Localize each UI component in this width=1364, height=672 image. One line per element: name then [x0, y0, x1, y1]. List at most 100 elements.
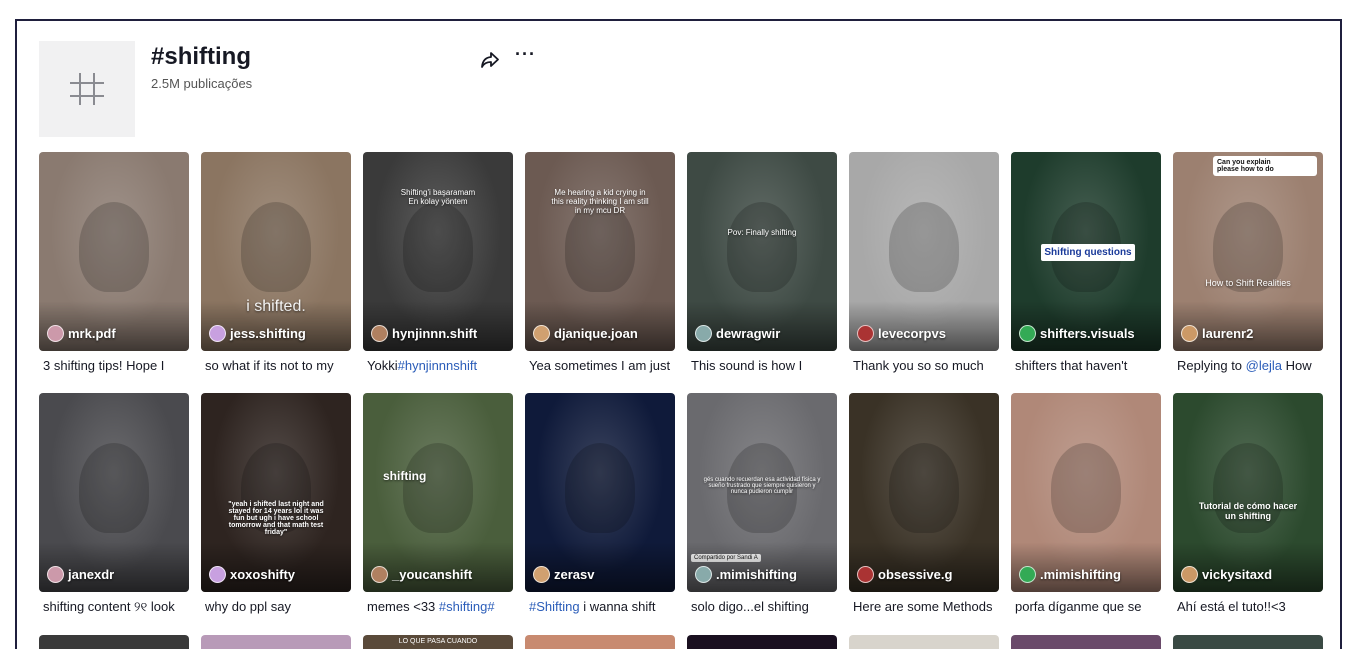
video-thumbnail[interactable]: mrk.pdf [39, 152, 189, 351]
video-card[interactable]: Compartido por Sandi Agés cuando recuerd… [687, 393, 837, 623]
thumbnail-subject [565, 443, 635, 533]
video-caption[interactable]: Yea sometimes I am just [529, 358, 675, 373]
video-card[interactable]: Tutorial de cómo hacer un shifting vickys… [1173, 393, 1323, 623]
video-caption[interactable]: why do ppl say [205, 599, 351, 614]
video-caption[interactable]: solo digo...el shifting [691, 599, 837, 614]
video-caption[interactable]: memes <33 #shifting# [367, 599, 513, 614]
video-thumbnail[interactable]: shifting _youcanshift [363, 393, 513, 592]
avatar [371, 325, 388, 342]
video-author[interactable]: .mimishifting [695, 566, 797, 583]
video-caption[interactable]: shifters that haven't [1015, 358, 1161, 373]
author-name: dewragwir [716, 326, 781, 341]
video-thumbnail-partial[interactable] [1173, 635, 1323, 649]
author-name: shifters.visuals [1040, 326, 1135, 341]
video-thumbnail[interactable]: obsessive.g [849, 393, 999, 592]
video-thumbnail-partial[interactable] [39, 635, 189, 649]
video-caption[interactable]: shifting content ୨୧ look [43, 599, 189, 615]
caption-hashtag-link[interactable]: #Shifting [529, 599, 580, 614]
video-card[interactable]: zerasv #Shifting i wanna shift [525, 393, 675, 623]
hashtag-page: #shifting 2.5M publicações ··· mrk.pdf 3 … [15, 19, 1342, 649]
video-thumbnail[interactable]: Pov: Finally shifting dewragwir [687, 152, 837, 351]
caption-hashtag-link[interactable]: #shifting# [439, 599, 495, 614]
video-author[interactable]: levecorpvs [857, 325, 946, 342]
video-thumbnail-partial[interactable] [525, 635, 675, 649]
avatar [47, 566, 64, 583]
video-card[interactable]: Shifting questions shifters.visuals shifte… [1011, 152, 1161, 382]
video-author[interactable]: jess.shifting [209, 325, 306, 342]
video-thumbnail[interactable]: levecorpvs [849, 152, 999, 351]
video-author[interactable]: .mimishifting [1019, 566, 1121, 583]
video-thumbnail[interactable]: "yeah i shifted last night and stayed fo… [201, 393, 351, 592]
author-name: jess.shifting [230, 326, 306, 341]
video-thumbnail[interactable]: Me hearing a kid crying in this reality … [525, 152, 675, 351]
video-author[interactable]: shifters.visuals [1019, 325, 1135, 342]
share-button[interactable] [479, 49, 501, 71]
video-card[interactable]: mrk.pdf 3 shifting tips! Hope I [39, 152, 189, 382]
video-author[interactable]: mrk.pdf [47, 325, 116, 342]
more-options-button[interactable]: ··· [515, 45, 539, 69]
video-author[interactable]: obsessive.g [857, 566, 952, 583]
video-thumbnail[interactable]: Tutorial de cómo hacer un shifting vickys… [1173, 393, 1323, 592]
video-caption[interactable]: This sound is how I [691, 358, 837, 373]
video-thumbnail[interactable]: zerasv [525, 393, 675, 592]
avatar [1181, 566, 1198, 583]
video-author[interactable]: hynjinnn.shift [371, 325, 477, 342]
author-name: hynjinnn.shift [392, 326, 478, 341]
video-author[interactable]: zerasv [533, 566, 594, 583]
video-thumbnail-partial[interactable] [849, 635, 999, 649]
page-title: #shifting [151, 43, 251, 70]
video-overlay-text: gés cuando recuerdan esa actividad físic… [703, 477, 821, 495]
video-caption[interactable]: Replying to @lejla How [1177, 358, 1323, 373]
video-thumbnail[interactable]: .mimishifting [1011, 393, 1161, 592]
video-thumbnail[interactable]: i shifted.jess.shifting [201, 152, 351, 351]
video-caption[interactable]: porfa díganme que se [1015, 599, 1161, 614]
video-card[interactable]: shifting _youcanshiftmemes <33 #shifting# [363, 393, 513, 623]
author-name: _youcanshift [392, 567, 473, 582]
avatar [533, 325, 550, 342]
video-author[interactable]: vickysitaxd [1181, 566, 1272, 583]
video-thumbnail-partial[interactable]: LO QUE PASA CUANDO [363, 635, 513, 649]
caption-hashtag-link[interactable]: @lejla [1246, 358, 1282, 373]
video-card[interactable]: janexdr shifting content ୨୧ look [39, 393, 189, 623]
video-card[interactable]: Can you explain please how to do How to S… [1173, 152, 1323, 382]
video-caption[interactable]: Yokki#hynjinnnshift [367, 358, 513, 373]
thumbnail-subject [1051, 443, 1121, 533]
video-card[interactable]: Shifting'i başaramam En kolay yöntem hynj… [363, 152, 513, 382]
video-thumbnail[interactable]: Can you explain please how to do How to S… [1173, 152, 1323, 351]
video-author[interactable]: dewragwir [695, 325, 780, 342]
video-card[interactable]: .mimishifting porfa díganme que se [1011, 393, 1161, 623]
video-card[interactable]: obsessive.g Here are some Methods [849, 393, 999, 623]
video-author[interactable]: xoxoshifty [209, 566, 295, 583]
video-thumbnail-partial[interactable] [201, 635, 351, 649]
video-thumbnail[interactable]: janexdr [39, 393, 189, 592]
author-name: obsessive.g [878, 567, 953, 582]
video-caption[interactable]: Here are some Methods [853, 599, 999, 614]
video-caption[interactable]: Thank you so so much [853, 358, 999, 373]
video-overlay-text: shifting [383, 469, 427, 483]
video-caption[interactable]: 3 shifting tips! Hope I [43, 358, 189, 373]
video-author[interactable]: janexdr [47, 566, 114, 583]
hashtag-header: #shifting 2.5M publicações ··· [39, 41, 1319, 137]
video-thumbnail-partial[interactable] [687, 635, 837, 649]
video-thumbnail[interactable]: Shifting'i başaramam En kolay yöntem hynj… [363, 152, 513, 351]
avatar [857, 325, 874, 342]
video-overlay-text: How to Shift Realities [1205, 278, 1291, 288]
video-card[interactable]: levecorpvs Thank you so so much [849, 152, 999, 382]
video-caption[interactable]: Ahí está el tuto!!<3 [1177, 599, 1323, 614]
video-author[interactable]: djanique.joan [533, 325, 638, 342]
caption-text: How [1281, 358, 1312, 373]
video-card[interactable]: Me hearing a kid crying in this reality … [525, 152, 675, 382]
author-name: janexdr [68, 567, 115, 582]
author-name: vickysitaxd [1202, 567, 1273, 582]
video-caption[interactable]: #Shifting i wanna shift [529, 599, 675, 614]
caption-hashtag-link[interactable]: #hynjinnnshift [398, 358, 478, 373]
video-thumbnail[interactable]: Shifting questions shifters.visuals [1011, 152, 1161, 351]
video-card[interactable]: i shifted.jess.shifting so what if its no… [201, 152, 351, 382]
video-caption[interactable]: so what if its not to my [205, 358, 351, 373]
video-author[interactable]: laurenr2 [1181, 325, 1253, 342]
video-card[interactable]: "yeah i shifted last night and stayed fo… [201, 393, 351, 623]
video-thumbnail-partial[interactable] [1011, 635, 1161, 649]
video-thumbnail[interactable]: Compartido por Sandi Agés cuando recuerd… [687, 393, 837, 592]
video-author[interactable]: _youcanshift [371, 566, 472, 583]
video-card[interactable]: Pov: Finally shifting dewragwir This sound… [687, 152, 837, 382]
